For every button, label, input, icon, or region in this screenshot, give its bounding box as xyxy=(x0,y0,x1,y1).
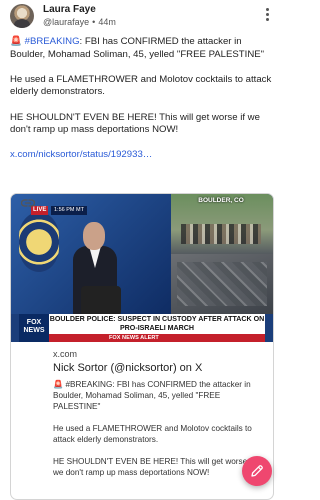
preview-text-1: 🚨 #BREAKING: FBI has CONFIRMED the attac… xyxy=(53,380,251,411)
preview-description: 🚨 #BREAKING: FBI has CONFIRMED the attac… xyxy=(53,379,263,478)
preview-text-3: HE SHOULDN'T EVEN BE HERE! This will get… xyxy=(53,457,254,477)
preview-title[interactable]: Nick Sortor (@nicksortor) on X xyxy=(53,361,263,375)
scene-aerial xyxy=(171,254,273,314)
more-vertical-icon[interactable] xyxy=(262,6,272,22)
author-meta: @laurafaye • 44m xyxy=(43,17,116,28)
preview-domain: x.com xyxy=(53,349,78,359)
hashtag-breaking[interactable]: #BREAKING xyxy=(25,36,80,47)
chyron-alert: FOX NEWS ALERT xyxy=(49,334,265,342)
link-preview-card[interactable]: BOULDER, CO LIVE 1:56 PM MT FOX NEWS BOU… xyxy=(10,193,274,500)
meta-separator: • xyxy=(92,17,96,27)
siren-emoji: 🚨 xyxy=(10,36,22,47)
author-handle[interactable]: @laurafaye xyxy=(43,17,89,28)
post-body: 🚨 #BREAKING: FBI has CONFIRMED the attac… xyxy=(10,36,276,162)
fox-news-logo: FOX NEWS xyxy=(19,314,49,342)
author-name[interactable]: Laura Faye xyxy=(43,4,96,16)
fbi-seal xyxy=(19,212,59,272)
post-header: Laura Faye @laurafaye • 44m xyxy=(10,4,276,30)
news-chyron: FOX NEWS BOULDER POLICE: SUSPECT IN CUST… xyxy=(11,314,273,342)
podium xyxy=(81,286,121,316)
post-paragraph-1: 🚨 #BREAKING: FBI has CONFIRMED the attac… xyxy=(10,36,276,61)
pencil-icon xyxy=(251,465,263,477)
live-time: 1:56 PM MT xyxy=(51,206,87,215)
link-icon xyxy=(21,199,35,207)
post: Laura Faye @laurafaye • 44m 🚨 #BREAKING: F… xyxy=(0,0,284,500)
thumb-place-label: BOULDER, CO xyxy=(198,197,244,204)
post-paragraph-3: HE SHOULDN'T EVEN BE HERE! This will get… xyxy=(10,111,260,136)
preview-text-2: He used a FLAMETHROWER and Molotov cockt… xyxy=(53,424,252,444)
chyron-headline: BOULDER POLICE: SUSPECT IN CUSTODY AFTER… xyxy=(49,314,265,334)
preview-meta: x.com Nick Sortor (@nicksortor) on X 🚨 #… xyxy=(11,346,273,478)
avatar[interactable] xyxy=(10,4,34,28)
preview-thumbnail[interactable]: BOULDER, CO LIVE 1:56 PM MT FOX NEWS BOU… xyxy=(11,194,273,342)
post-time[interactable]: 44m xyxy=(98,17,116,28)
compose-button[interactable] xyxy=(242,456,272,486)
post-link[interactable]: x.com/nicksortor/status/192933… xyxy=(10,149,152,160)
post-paragraph-2: He used a FLAMETHROWER and Molotov cockt… xyxy=(10,73,272,98)
